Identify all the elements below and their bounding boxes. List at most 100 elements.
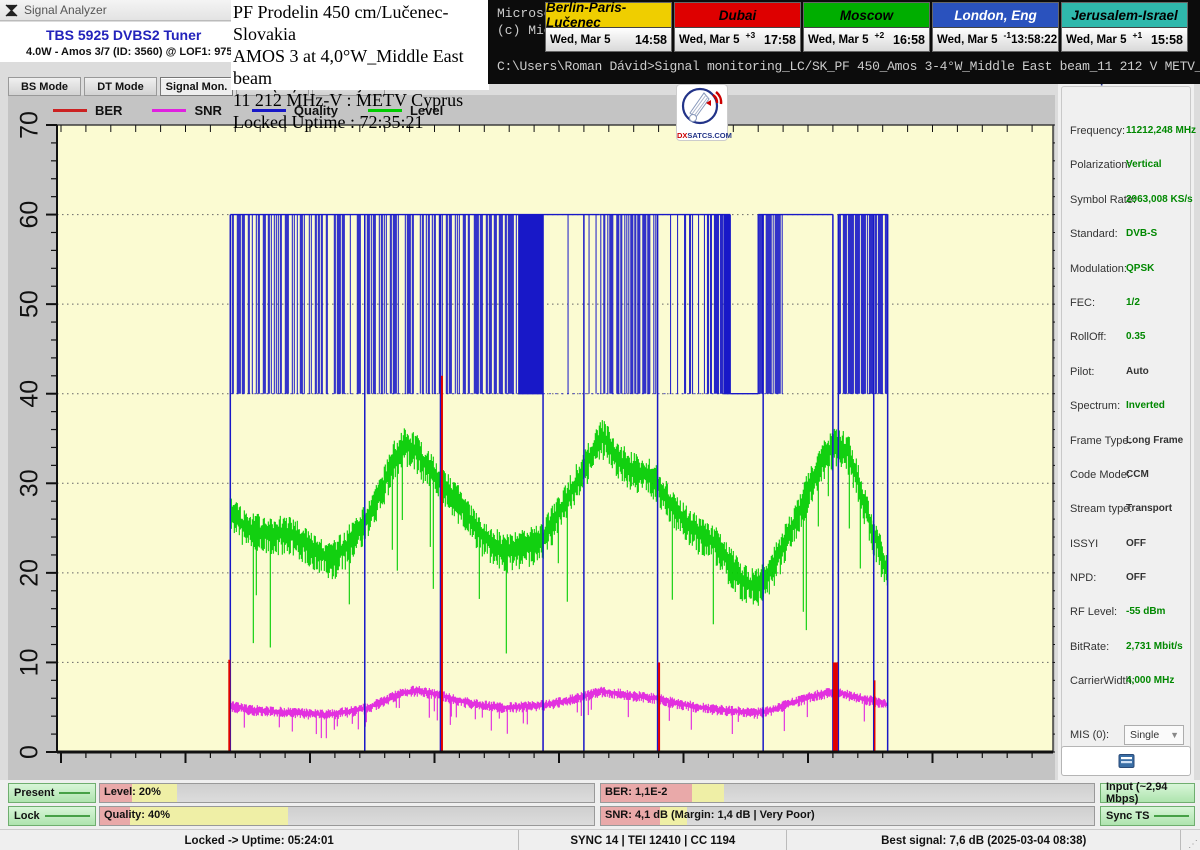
transponder-row-label: FEC: (1070, 297, 1095, 309)
clock-date: Wed, Mar 5 (1066, 34, 1127, 46)
clock-date: Wed, Mar 5 (550, 34, 611, 46)
svg-text:50: 50 (16, 290, 44, 318)
transponder-row-label: Stream type: (1070, 503, 1132, 515)
clock-widget[interactable]: DubaiWed, Mar 5+317:58 (674, 2, 801, 52)
clock-date: Wed, Mar 5 (808, 34, 869, 46)
mis-label: MIS (0): (1070, 729, 1109, 741)
clock-widget[interactable]: Berlin-Paris-Lučenec Wed, Mar 5 14:58 (545, 2, 672, 52)
transponder-row-label: Pilot: (1070, 366, 1094, 378)
syncts-indicator: Sync TS (1100, 806, 1195, 826)
tab-dt-mode[interactable]: DT Mode (84, 77, 157, 96)
transponder-row-label: Polarization: (1070, 159, 1131, 171)
transponder-row-label: RF Level: (1070, 606, 1117, 618)
transponder-row-value: 0.35 (1126, 331, 1145, 342)
transponder-row-value: 2,731 Mbit/s (1126, 641, 1183, 652)
transponder-row: Symbol Rate:2963,008 KS/s (1062, 192, 1190, 226)
status-lock-uptime: Locked -> Uptime: 05:24:01 (0, 830, 519, 850)
transponder-panel: Transponder Frequency:11212,248 MHzPolar… (1058, 56, 1194, 780)
transponder-row: RollOff: 0.35 (1062, 329, 1190, 363)
chart-plot: 010203040506070 (8, 95, 1055, 780)
present-indicator: Present (8, 783, 96, 803)
svg-text:0: 0 (16, 745, 44, 759)
syncts-label: Sync TS (1106, 810, 1149, 822)
transponder-row: CarrierWidth:4,000 MHz (1062, 673, 1190, 707)
clock-widget[interactable]: MoscowWed, Mar 5+216:58 (803, 2, 930, 52)
transponder-row: FEC: 1/2 (1062, 295, 1190, 329)
quality-bar: Quality: 40% (99, 806, 595, 826)
annotation-line: PF Prodelin 450 cm/Lučenec-Slovakia (233, 1, 489, 45)
logo-text: DXSATCS.COM (677, 132, 727, 140)
dxsatcs-logo: DXSATCS.COM (676, 84, 728, 141)
mis-value: Single (1130, 729, 1159, 741)
world-clocks: Berlin-Paris-LučenecWed, Mar 514:58Dubai… (545, 2, 1188, 52)
clock-time: 16:58 (893, 33, 925, 47)
quality-bar-label: Quality: 40% (104, 809, 170, 821)
clock-utc-offset: +1 (1133, 30, 1143, 40)
ber-bar-label: BER: 1,1E-2 (605, 786, 667, 798)
clock-time: 14:58 (635, 33, 667, 47)
tuner-name: TBS 5925 DVBS2 Tuner (46, 27, 201, 43)
annotation-line: Locked Uptime : 72:35:21 (233, 111, 489, 133)
svg-text:70: 70 (16, 111, 44, 139)
snapshot-button[interactable] (1061, 746, 1191, 776)
status-best-signal: Best signal: 7,6 dB (2025-03-04 08:38) (787, 830, 1181, 850)
clock-utc-offset: +3 (746, 30, 756, 40)
transponder-row: Polarization:Vertical (1062, 157, 1190, 191)
window-title: Signal Analyzer (24, 3, 107, 17)
clock-time-row: Wed, Mar 5 +1 15:58 (1062, 28, 1187, 51)
level-bar-label: Level: 20% (104, 786, 161, 798)
svg-text:60: 60 (16, 201, 44, 229)
transponder-row-label: Standard: (1070, 228, 1118, 240)
ber-bar: BER: 1,1E-2 (600, 783, 1095, 803)
clock-city: Berlin-Paris-Lučenec (546, 3, 671, 28)
clock-utc-offset: -1 (1004, 30, 1012, 40)
transponder-row: BitRate:2,731 Mbit/s (1062, 639, 1190, 673)
transponder-row-value: OFF (1126, 538, 1146, 549)
transponder-row: Code Mode:CCM (1062, 467, 1190, 501)
clock-city: Jerusalem-Israel (1062, 3, 1187, 28)
transponder-row-value: 1/2 (1126, 297, 1140, 308)
transponder-row-value: 11212,248 MHz (1126, 125, 1196, 136)
app-icon (5, 4, 18, 17)
clock-date: Wed, Mar 5 (679, 34, 740, 46)
input-label: Input (~2,94 Mbps) (1106, 781, 1184, 805)
clock-utc-offset: +2 (875, 30, 885, 40)
transponder-row: NPD:OFF (1062, 570, 1190, 604)
transponder-row-label: Frequency: (1070, 125, 1125, 137)
transponder-row-value: Auto (1126, 366, 1149, 377)
transponder-row-label: RollOff: (1070, 331, 1106, 343)
annotation-line: AMOS 3 at 4,0°W_Middle East beam (233, 45, 489, 89)
transponder-row: Pilot: Auto (1062, 364, 1190, 398)
clock-widget[interactable]: Jerusalem-Israel Wed, Mar 5 +1 15:58 (1061, 2, 1188, 52)
transponder-row: Stream type:Transport (1062, 501, 1190, 535)
snr-bar-label: SNR: 4,1 dB (Margin: 1,4 dB | Very Poor) (605, 809, 815, 821)
signal-analyzer-app: Signal Analyzer TBS 5925 DVBS2 Tuner 4.0… (0, 0, 1200, 850)
transponder-row-value: Inverted (1126, 400, 1165, 411)
terminal-prompt: C:\Users\Roman Dávid>Signal monitoring_L… (497, 59, 1200, 74)
clock-time: 15:58 (1151, 33, 1183, 47)
chevron-down-icon: ▼ (1170, 730, 1179, 740)
transponder-row-value: 4,000 MHz (1126, 675, 1174, 686)
transponder-row-value: Long Frame (1126, 435, 1183, 446)
transponder-row-value: QPSK (1126, 263, 1154, 274)
status-sync-tei-cc: SYNC 14 | TEI 12410 | CC 1194 (519, 830, 787, 850)
tab-signal-mon-[interactable]: Signal Mon. (160, 77, 233, 96)
snr-bar: SNR: 4,1 dB (Margin: 1,4 dB | Very Poor) (600, 806, 1095, 826)
transponder-row-value: DVB-S (1126, 228, 1157, 239)
mis-dropdown[interactable]: Single ▼ (1124, 725, 1184, 745)
transponder-row-value: OFF (1126, 572, 1146, 583)
resize-grip[interactable]: ⋰ (1181, 830, 1200, 850)
tab-bs-mode[interactable]: BS Mode (8, 77, 81, 96)
svg-text:20: 20 (16, 559, 44, 587)
transponder-rows: Frequency:11212,248 MHzPolarization:Vert… (1062, 123, 1190, 708)
signal-chart: BERSNRQualityLevel 010203040506070 (8, 95, 1055, 780)
annotation-overlay: PF Prodelin 450 cm/Lučenec-Slovakia AMOS… (231, 0, 489, 90)
transponder-row-value: Vertical (1126, 159, 1162, 170)
transponder-row: Modulation:QPSK (1062, 261, 1190, 295)
clock-time: 13:58:22 (1011, 34, 1057, 46)
present-label: Present (14, 787, 54, 799)
transponder-row: Spectrum:Inverted (1062, 398, 1190, 432)
transponder-row-label: Modulation: (1070, 263, 1127, 275)
clock-widget[interactable]: London, EngWed, Mar 5-113:58:22 (932, 2, 1059, 52)
clock-date: Wed, Mar 5 (937, 34, 998, 46)
